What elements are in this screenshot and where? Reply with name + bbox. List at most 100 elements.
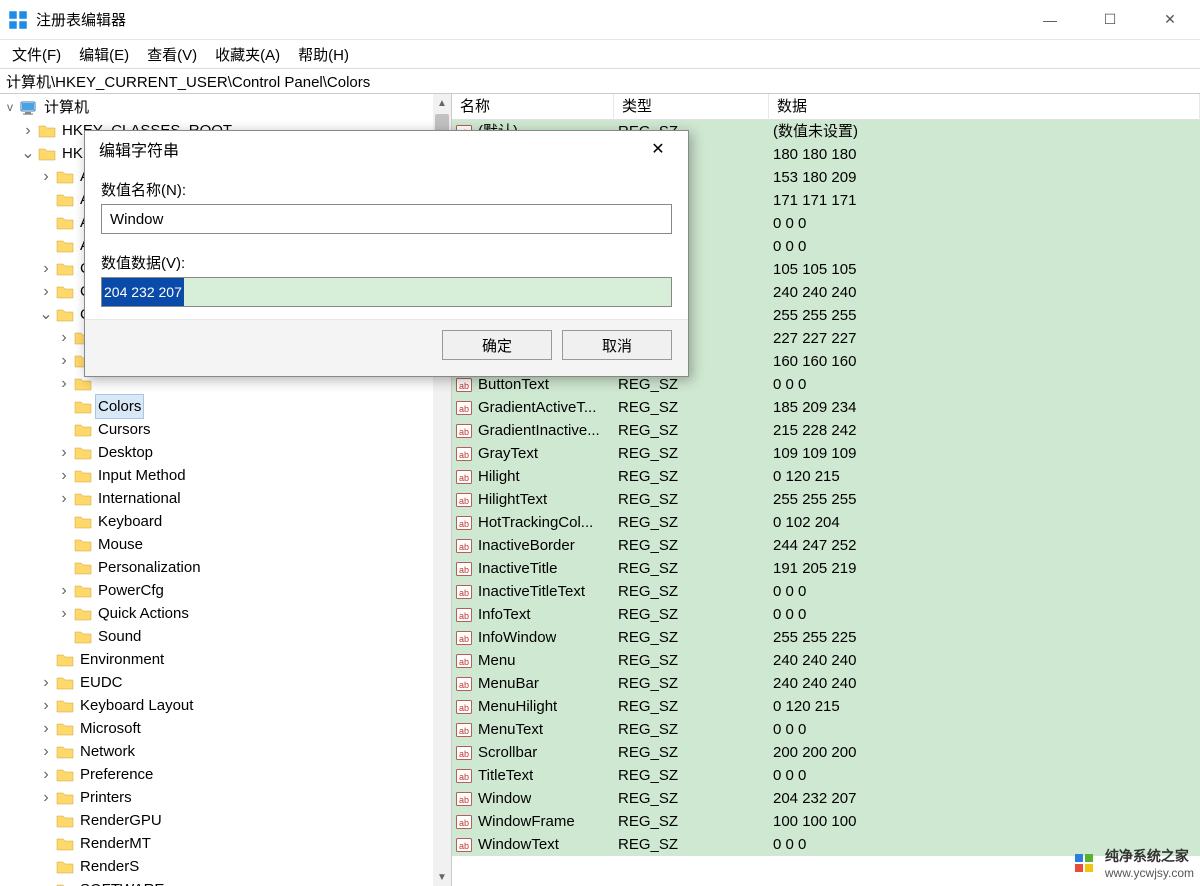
tree-item[interactable]: ›Keyboard Layout xyxy=(2,694,433,717)
list-row[interactable]: MenuHilightREG_SZ0 120 215 xyxy=(452,695,1200,718)
menu-help[interactable]: 帮助(H) xyxy=(290,42,357,67)
value-data: 109 109 109 xyxy=(769,442,1200,465)
value-name: GradientInactive... xyxy=(478,419,600,442)
tree-twisty-icon[interactable]: › xyxy=(38,740,54,763)
tree-item[interactable]: Environment xyxy=(2,648,433,671)
tree-twisty-icon[interactable]: v xyxy=(2,96,18,119)
list-row[interactable]: InactiveTitleREG_SZ191 205 219 xyxy=(452,557,1200,580)
value-data: 244 247 252 xyxy=(769,534,1200,557)
tree-twisty-icon[interactable]: › xyxy=(38,671,54,694)
list-row[interactable]: WindowREG_SZ204 232 207 xyxy=(452,787,1200,810)
tree-twisty-icon[interactable]: ⌄ xyxy=(20,142,36,165)
tree-twisty-icon[interactable]: › xyxy=(38,280,54,303)
ok-button[interactable]: 确定 xyxy=(442,330,552,360)
tree-item[interactable]: ›Desktop xyxy=(2,441,433,464)
tree-item[interactable]: ›Quick Actions xyxy=(2,602,433,625)
tree-item[interactable]: RenderS xyxy=(2,855,433,878)
tree-item[interactable]: Keyboard xyxy=(2,510,433,533)
value-data: 0 0 0 xyxy=(769,212,1200,235)
tree-twisty-icon[interactable]: › xyxy=(56,602,72,625)
tree-twisty-icon[interactable]: › xyxy=(38,717,54,740)
menu-edit[interactable]: 编辑(E) xyxy=(71,42,137,67)
column-type[interactable]: 类型 xyxy=(614,94,769,120)
tree-twisty-icon[interactable]: › xyxy=(38,786,54,809)
tree-item-label: RenderGPU xyxy=(78,809,164,832)
tree-item[interactable]: ›SOFTWARE xyxy=(2,878,433,886)
list-row[interactable]: MenuREG_SZ240 240 240 xyxy=(452,649,1200,672)
list-row[interactable]: MenuTextREG_SZ0 0 0 xyxy=(452,718,1200,741)
tree-item[interactable]: Sound xyxy=(2,625,433,648)
list-row[interactable]: GrayTextREG_SZ109 109 109 xyxy=(452,442,1200,465)
window-titlebar: 注册表编辑器 — ☐ ✕ xyxy=(0,0,1200,40)
tree-twisty-icon[interactable]: › xyxy=(56,349,72,372)
cancel-button[interactable]: 取消 xyxy=(562,330,672,360)
value-type: REG_SZ xyxy=(614,534,769,557)
tree-twisty-icon[interactable]: › xyxy=(20,119,36,142)
list-row[interactable]: MenuBarREG_SZ240 240 240 xyxy=(452,672,1200,695)
value-data: (数值未设置) xyxy=(769,120,1200,143)
value-type: REG_SZ xyxy=(614,465,769,488)
tree-item[interactable]: ›International xyxy=(2,487,433,510)
address-bar[interactable]: 计算机\HKEY_CURRENT_USER\Control Panel\Colo… xyxy=(0,68,1200,94)
tree-item[interactable]: ›Preference xyxy=(2,763,433,786)
tree-item[interactable]: RenderGPU xyxy=(2,809,433,832)
tree-twisty-icon[interactable]: › xyxy=(38,694,54,717)
list-row[interactable]: WindowFrameREG_SZ100 100 100 xyxy=(452,810,1200,833)
tree-item[interactable]: ›Input Method xyxy=(2,464,433,487)
list-row[interactable]: InactiveBorderREG_SZ244 247 252 xyxy=(452,534,1200,557)
tree-item[interactable]: ›Network xyxy=(2,740,433,763)
value-data-input[interactable]: 204 232 207 xyxy=(101,277,672,307)
string-value-icon xyxy=(456,584,472,600)
folder-icon xyxy=(56,284,74,300)
value-name-input[interactable] xyxy=(101,204,672,234)
list-row[interactable]: ScrollbarREG_SZ200 200 200 xyxy=(452,741,1200,764)
tree-item[interactable]: Personalization xyxy=(2,556,433,579)
tree-item[interactable]: Mouse xyxy=(2,533,433,556)
menu-file[interactable]: 文件(F) xyxy=(4,42,69,67)
tree-twisty-icon[interactable]: › xyxy=(56,487,72,510)
list-row[interactable]: InfoTextREG_SZ0 0 0 xyxy=(452,603,1200,626)
tree-twisty-icon[interactable]: › xyxy=(56,579,72,602)
scroll-up-icon[interactable]: ▲ xyxy=(433,94,451,112)
tree-twisty-icon[interactable]: › xyxy=(38,165,54,188)
tree-twisty-icon[interactable]: › xyxy=(56,326,72,349)
tree-root[interactable]: v 计算机 xyxy=(2,96,433,119)
window-minimize-button[interactable]: — xyxy=(1020,0,1080,39)
menu-view[interactable]: 查看(V) xyxy=(139,42,205,67)
list-row[interactable]: InfoWindowREG_SZ255 255 225 xyxy=(452,626,1200,649)
tree-twisty-icon[interactable]: › xyxy=(56,372,72,395)
folder-icon xyxy=(56,698,74,714)
tree-twisty-icon[interactable]: › xyxy=(38,257,54,280)
tree-twisty-icon[interactable]: › xyxy=(56,441,72,464)
menu-favorites[interactable]: 收藏夹(A) xyxy=(207,42,288,67)
tree-item[interactable]: ›Printers xyxy=(2,786,433,809)
column-name[interactable]: 名称 xyxy=(452,94,614,120)
dialog-close-button[interactable]: ✕ xyxy=(638,135,678,163)
scroll-down-icon[interactable]: ▼ xyxy=(433,868,451,886)
list-row[interactable]: InactiveTitleTextREG_SZ0 0 0 xyxy=(452,580,1200,603)
value-type: REG_SZ xyxy=(614,603,769,626)
tree-item[interactable]: ›Microsoft xyxy=(2,717,433,740)
tree-twisty-icon[interactable]: › xyxy=(38,878,54,886)
list-row[interactable]: HilightTextREG_SZ255 255 255 xyxy=(452,488,1200,511)
value-data: 0 0 0 xyxy=(769,235,1200,258)
tree-item[interactable]: Cursors xyxy=(2,418,433,441)
list-row[interactable]: GradientInactive...REG_SZ215 228 242 xyxy=(452,419,1200,442)
list-row[interactable]: HilightREG_SZ0 120 215 xyxy=(452,465,1200,488)
list-row[interactable]: TitleTextREG_SZ0 0 0 xyxy=(452,764,1200,787)
tree-item[interactable]: RenderMT xyxy=(2,832,433,855)
list-row[interactable]: HotTrackingCol...REG_SZ0 102 204 xyxy=(452,511,1200,534)
tree-twisty-icon[interactable]: › xyxy=(56,464,72,487)
column-data[interactable]: 数据 xyxy=(769,94,1200,120)
window-close-button[interactable]: ✕ xyxy=(1140,0,1200,39)
list-row[interactable]: GradientActiveT...REG_SZ185 209 234 xyxy=(452,396,1200,419)
tree-item[interactable]: ›PowerCfg xyxy=(2,579,433,602)
tree-item[interactable]: Colors xyxy=(2,395,433,418)
string-value-icon xyxy=(456,722,472,738)
tree-item[interactable]: ›EUDC xyxy=(2,671,433,694)
value-name: MenuBar xyxy=(478,672,539,695)
tree-root-label: 计算机 xyxy=(42,96,91,119)
tree-twisty-icon[interactable]: › xyxy=(38,763,54,786)
window-maximize-button[interactable]: ☐ xyxy=(1080,0,1140,39)
tree-twisty-icon[interactable]: ⌄ xyxy=(38,303,54,326)
